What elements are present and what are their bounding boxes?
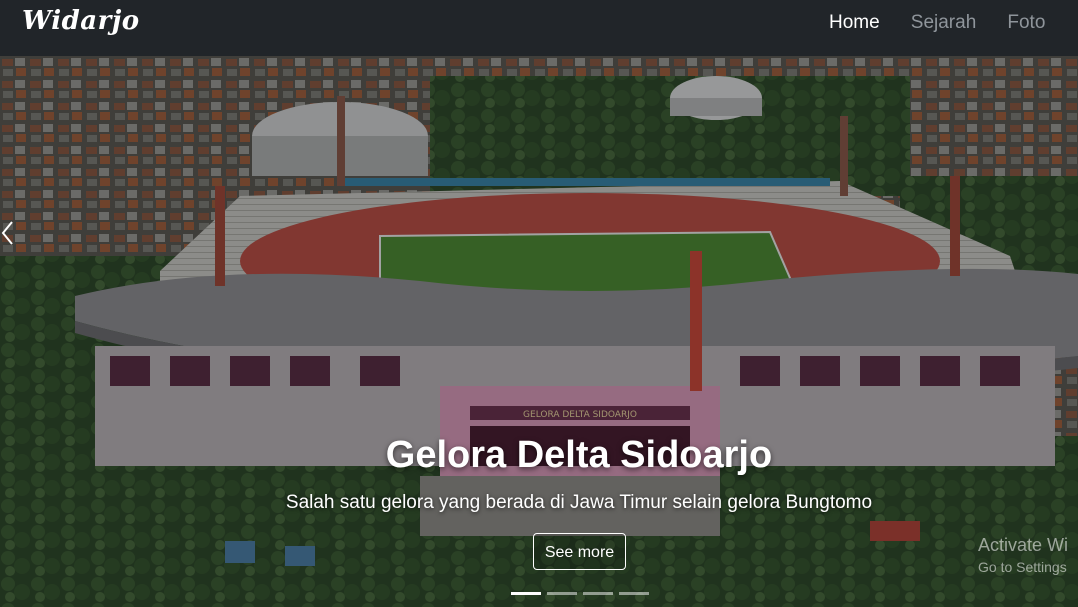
- hero-carousel: GELORA DELTA SIDOARJO Gelora Delta Sidoa…: [0, 56, 1078, 607]
- activate-windows-title: Activate Wi: [978, 535, 1069, 555]
- carousel-indicator-4[interactable]: [619, 592, 649, 595]
- see-more-button[interactable]: See more: [533, 533, 626, 570]
- carousel-indicators: [511, 580, 655, 599]
- nav-link-foto[interactable]: Foto: [1007, 12, 1045, 34]
- nav-links: Home Sejarah Foto Lo: [829, 12, 1078, 34]
- navbar: Widarjo Home Sejarah Foto Lo: [0, 0, 1078, 56]
- slide-title: Gelora Delta Sidoarjo: [385, 434, 773, 476]
- carousel-indicator-3[interactable]: [583, 592, 613, 595]
- activate-windows-hint: Go to Settings: [978, 559, 1067, 575]
- chevron-left-icon: [1, 221, 13, 245]
- slide-dark-overlay: [0, 56, 1078, 607]
- carousel-indicator-2[interactable]: [547, 592, 577, 595]
- carousel-indicator-1[interactable]: [511, 592, 541, 595]
- brand-logo[interactable]: Widarjo: [22, 6, 140, 36]
- slide-subtitle: Salah satu gelora yang berada di Jawa Ti…: [285, 492, 873, 513]
- nav-link-sejarah[interactable]: Sejarah: [911, 12, 977, 34]
- nav-link-home[interactable]: Home: [829, 12, 880, 34]
- carousel-prev-button[interactable]: [0, 216, 20, 250]
